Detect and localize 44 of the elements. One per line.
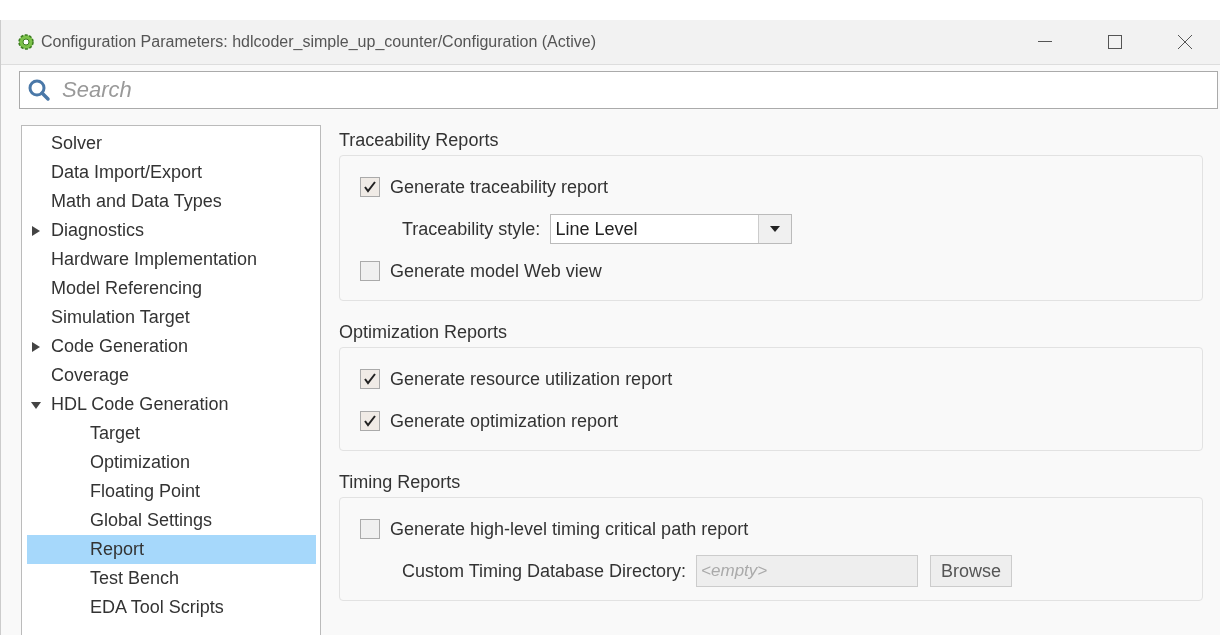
tree-item[interactable]: Test Bench [27, 564, 316, 593]
section-title: Timing Reports [339, 471, 461, 493]
checkbox[interactable] [360, 261, 380, 281]
tree-item[interactable]: EDA Tool Scripts [27, 593, 316, 622]
minimize-icon [1038, 41, 1052, 43]
close-icon [1178, 35, 1192, 49]
field-label: Custom Timing Database Directory: [402, 560, 687, 582]
checkbox[interactable] [360, 411, 380, 431]
checkbox[interactable] [360, 177, 380, 197]
gear-icon [17, 33, 35, 51]
field-label: Traceability style: [402, 218, 541, 240]
tree-item[interactable]: Solver [27, 129, 316, 158]
tree-item[interactable]: Math and Data Types [27, 187, 316, 216]
checkbox-label: Generate resource utilization report [390, 368, 673, 390]
checkbox-label: Generate model Web view [390, 260, 602, 282]
tree-item[interactable]: Global Settings [27, 506, 316, 535]
section-title: Traceability Reports [339, 129, 499, 151]
checkbox[interactable] [360, 519, 380, 539]
tree-item[interactable]: Optimization [27, 448, 316, 477]
tree-item[interactable]: Code Generation [27, 332, 316, 361]
checkbox-label: Generate traceability report [390, 176, 609, 198]
search-icon [27, 78, 51, 102]
section-title: Optimization Reports [339, 321, 508, 343]
tree-item[interactable]: Floating Point [27, 477, 316, 506]
tree-item[interactable]: Target [27, 419, 316, 448]
tree-item[interactable]: Diagnostics [27, 216, 316, 245]
checkbox[interactable] [360, 369, 380, 389]
tree-item[interactable]: Hardware Implementation [27, 245, 316, 274]
tree-item[interactable]: Simulation Target [27, 303, 316, 332]
tree-item[interactable]: Report [27, 535, 316, 564]
tree-item[interactable]: Coverage [27, 361, 316, 390]
tree-item[interactable]: Data Import/Export [27, 158, 316, 187]
window-title: Configuration Parameters: hdlcoder_simple_up_counter/Configuration (Active) [41, 33, 597, 51]
search-field[interactable]: Search [19, 71, 1218, 109]
collapsed-triangle-icon[interactable] [31, 341, 41, 352]
collapsed-triangle-icon[interactable] [31, 225, 41, 236]
dropdown-arrow-icon [770, 226, 781, 232]
tree-item[interactable]: Model Referencing [27, 274, 316, 303]
tree-item[interactable]: HDL Code Generation [27, 390, 316, 419]
checkbox-label: Generate optimization report [390, 410, 619, 432]
maximize-icon [1108, 35, 1122, 49]
expanded-triangle-icon[interactable] [31, 399, 41, 410]
checkbox-label: Generate high-level timing critical path report [390, 518, 749, 540]
dropdown[interactable]: Line Level [550, 214, 793, 244]
